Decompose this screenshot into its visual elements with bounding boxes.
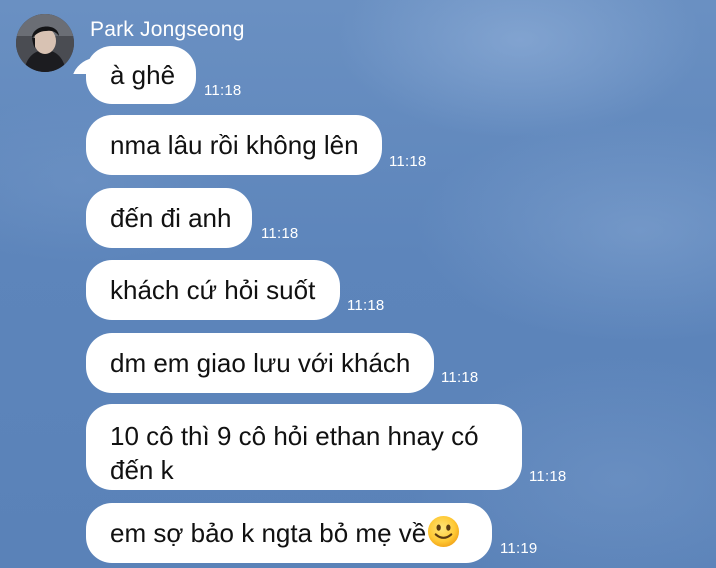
message-bubble[interactable]: đến đi anh [86,188,252,248]
message-bubble[interactable]: em sợ bảo k ngta bỏ mẹ về [86,503,492,563]
slightly-smiling-face-icon [428,515,460,547]
message-bubble[interactable]: dm em giao lưu với khách [86,333,434,393]
message-bubble[interactable]: à ghê [86,46,196,104]
message-timestamp: 11:18 [261,225,299,242]
message-bubble[interactable]: nma lâu rồi không lên [86,115,382,175]
message-text: à ghê [110,60,176,90]
message-text: em sợ bảo k ngta bỏ mẹ về [110,518,427,548]
message-bubble[interactable]: 10 cô thì 9 cô hỏi ethan hnay có đến k [86,404,522,490]
message-timestamp: 11:18 [441,369,479,386]
message-timestamp: 11:18 [204,82,242,99]
message-bubble[interactable]: khách cứ hỏi suốt [86,260,340,320]
message-text: đến đi anh [110,203,232,233]
avatar[interactable] [16,14,74,72]
sender-name: Park Jongseong [90,18,245,41]
message-text: 10 cô thì 9 cô hỏi ethan hnay có đến k [110,421,479,485]
message-text: khách cứ hỏi suốt [110,275,316,305]
message-timestamp: 11:19 [500,540,538,557]
message-timestamp: 11:18 [389,153,427,170]
message-timestamp: 11:18 [347,297,385,314]
message-timestamp: 11:18 [529,468,567,485]
message-text: dm em giao lưu với khách [110,348,411,378]
avatar-photo [16,14,74,72]
message-text: nma lâu rồi không lên [110,130,359,160]
